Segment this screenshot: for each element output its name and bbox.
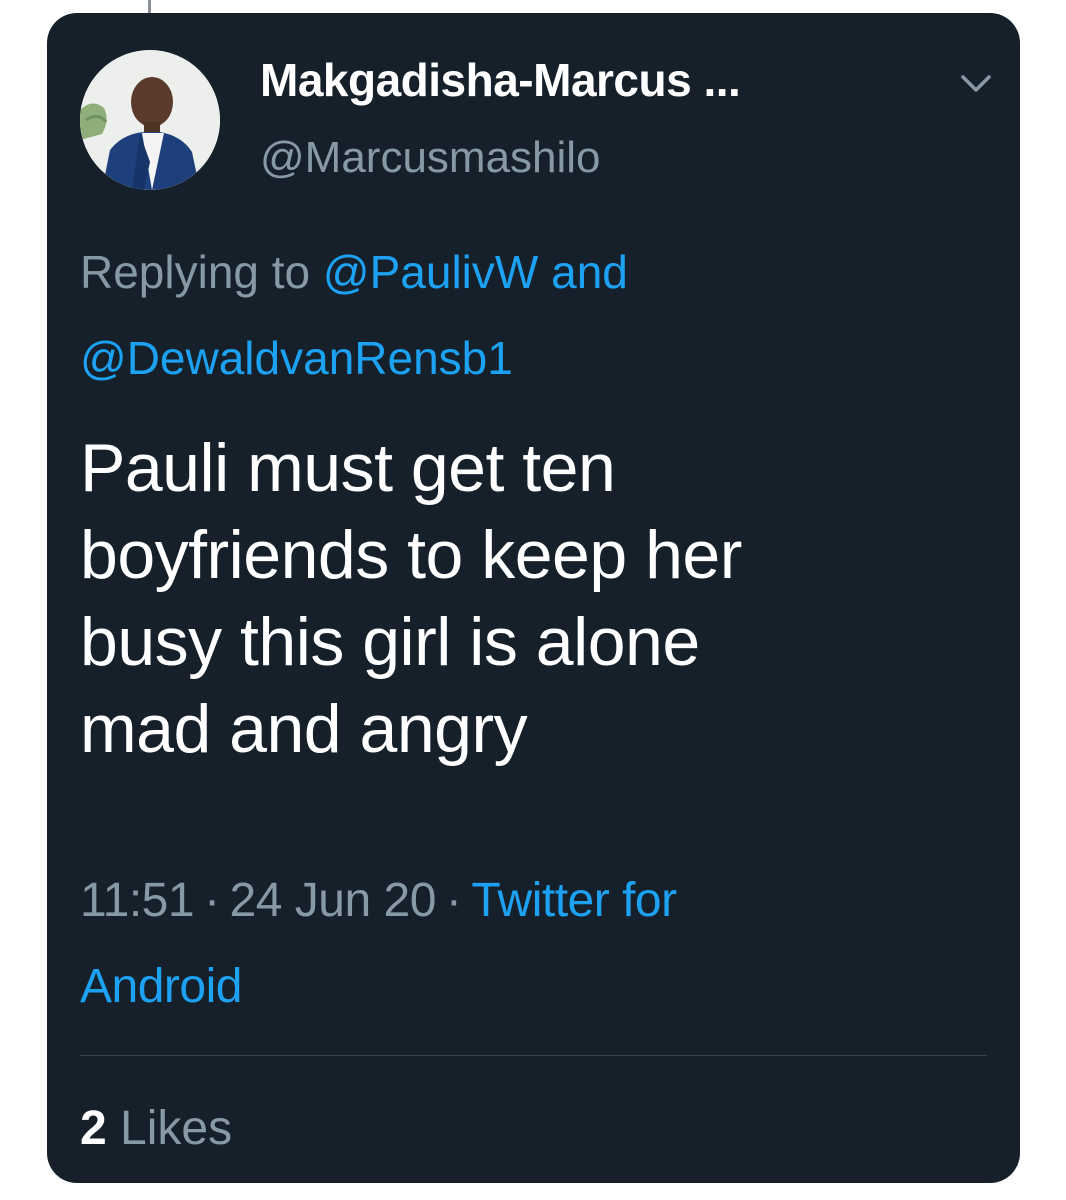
tweet-source-link[interactable]: Twitter for [471,874,677,927]
divider [80,1055,987,1056]
replying-to-line-2: @DewaldvanRensb1 [80,331,513,385]
tweet-text-line: Pauli must get ten [80,430,616,506]
tweet-text-line: busy this girl is alone [80,604,700,680]
tweet-source-link-continued[interactable]: Android [80,960,242,1013]
reply-and-link[interactable]: and [551,246,628,298]
tweet-text: Pauli must get ten boyfriends to keep he… [80,425,1000,773]
avatar-photo [80,50,220,190]
likes-count: 2 [80,1102,107,1155]
tweet-metadata: 11:51 · 24 Jun 20 · Twitter for [80,873,677,928]
separator-dot: · [204,874,220,927]
tweet-card[interactable]: Makgadisha-Marcus ... @Marcusmashilo Rep… [47,13,1020,1183]
separator-dot: · [445,874,462,927]
tweet-date[interactable]: 24 Jun 20 [230,874,437,927]
replying-to-label: Replying to [80,246,311,298]
user-handle[interactable]: @Marcusmashilo [260,133,601,183]
avatar[interactable] [80,50,220,190]
display-name[interactable]: Makgadisha-Marcus ... [260,53,741,107]
reply-mention-dewaldvanrensb1[interactable]: @DewaldvanRensb1 [80,332,513,384]
replying-to-line: Replying to @PaulivW and [80,245,628,299]
likes-label: Likes [120,1102,233,1155]
likes-stat[interactable]: 2 Likes [80,1101,232,1156]
chevron-down-icon[interactable] [959,71,993,97]
tweet-metadata-line-2: Android [80,959,242,1014]
reply-mention-paulivw[interactable]: @PaulivW [323,246,538,298]
tweet-text-line: boyfriends to keep her [80,517,742,593]
tweet-text-line: mad and angry [80,691,528,767]
tweet-time[interactable]: 11:51 [80,874,195,927]
